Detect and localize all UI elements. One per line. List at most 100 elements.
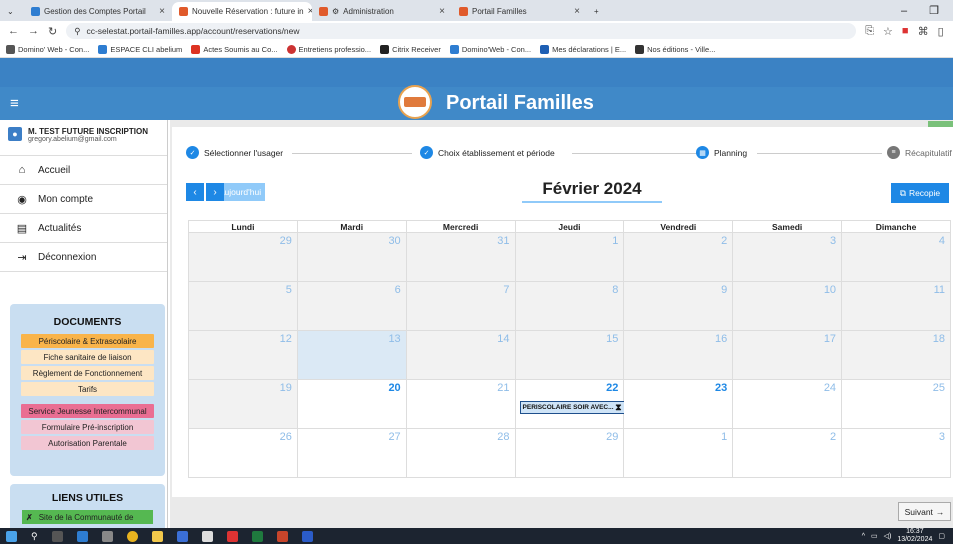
calendar-day[interactable]: 3 (841, 428, 951, 478)
calendar-day[interactable]: 12 (188, 330, 298, 380)
bookmark-item[interactable]: Citrix Receiver (380, 44, 441, 54)
calendar-day[interactable]: 14 (405, 330, 516, 380)
calendar-day[interactable]: 11 (841, 281, 951, 331)
calendar-day[interactable]: 24 (732, 379, 843, 429)
bookmark-item[interactable]: Domino' Web - Con... (6, 44, 89, 54)
app-icon[interactable] (176, 530, 188, 542)
document-link[interactable]: Formulaire Pré-inscription (21, 420, 154, 434)
calendar-day[interactable]: 30 (296, 232, 407, 282)
calendar-day[interactable]: 26 (188, 428, 298, 478)
calendar-day[interactable]: 29 (514, 428, 625, 478)
tab-list-button[interactable]: ⌄ (0, 2, 24, 21)
calendar-day[interactable]: 17 (732, 330, 843, 380)
calendar-day[interactable]: 31 (405, 232, 516, 282)
browser-tab-gestion[interactable]: Gestion des Comptes Portail × (24, 2, 172, 21)
useful-link[interactable]: ✗ Site de la Communauté de (22, 510, 153, 524)
calendar-day[interactable]: 2 (732, 428, 843, 478)
calendar-day[interactable]: 15 (514, 330, 625, 380)
folder-icon[interactable] (151, 530, 163, 542)
clock[interactable]: 16:37 13/02/2024 (897, 528, 932, 544)
notification-icon[interactable]: ▢ (938, 532, 945, 540)
app-icon[interactable] (76, 530, 88, 542)
volume-icon[interactable]: ◁) (884, 532, 892, 540)
user-card[interactable]: ● M. TEST FUTURE INSCRIPTION gregory.abe… (0, 120, 167, 156)
close-icon[interactable]: × (439, 6, 445, 17)
url-field[interactable]: ⚲ cc-selestat.portail-familles.app/accou… (66, 23, 857, 39)
close-icon[interactable]: × (574, 6, 580, 17)
menu-icon[interactable]: ≡ (10, 95, 19, 112)
search-icon[interactable]: ⚲ (31, 531, 38, 542)
site-info-icon[interactable]: ⚲ (74, 26, 80, 37)
bookmark-item[interactable]: Actes Soumis au Co... (191, 44, 278, 54)
maximize-icon[interactable]: ❐ (929, 4, 939, 17)
task-view-icon[interactable] (51, 530, 63, 542)
minimize-icon[interactable]: – (901, 5, 907, 17)
document-icon[interactable] (201, 530, 213, 542)
calendar-day[interactable]: 27 (296, 428, 407, 478)
install-icon[interactable]: ⎘ (865, 25, 874, 38)
reservation-event[interactable]: PERISCOLAIRE SOIR AVEC... ⧗ (519, 401, 625, 414)
puzzle-icon[interactable]: ⌘ (918, 25, 929, 38)
calendar-day[interactable]: 9 (623, 281, 734, 331)
bookmark-item[interactable]: Nos éditions - Ville... (635, 44, 715, 54)
sidebar-item-deconnexion[interactable]: ⇥ Déconnexion (0, 243, 167, 272)
next-step-button[interactable]: Suivant → (898, 502, 951, 521)
bookmark-item[interactable]: Mes déclarations | E... (540, 44, 626, 54)
next-button[interactable]: › (206, 183, 224, 201)
calendar-day[interactable]: 3 (732, 232, 843, 282)
network-icon[interactable]: ▭ (871, 532, 878, 540)
excel-icon[interactable] (251, 530, 263, 542)
close-icon[interactable]: × (159, 6, 165, 17)
calendar-day[interactable]: 23 (623, 379, 734, 429)
document-link[interactable]: Règlement de Fonctionnement (21, 366, 154, 380)
document-link[interactable]: Périscolaire & Extrascolaire (21, 334, 154, 348)
bookmark-item[interactable]: Entretiens professio... (286, 44, 371, 54)
calendar-day[interactable]: 7 (405, 281, 516, 331)
calendar-day[interactable]: 22 PERISCOLAIRE SOIR AVEC... ⧗ (514, 379, 625, 429)
calendar-day[interactable]: 21 (405, 379, 516, 429)
step-select-user[interactable]: ✓ Sélectionner l'usager (186, 146, 283, 159)
word-icon[interactable] (301, 530, 313, 542)
bookmark-item[interactable]: ESPACE CLI abelium (98, 44, 182, 54)
back-icon[interactable]: ← (8, 25, 19, 37)
bookmark-item[interactable]: Domino'Web - Con... (449, 44, 531, 54)
app-icon[interactable] (101, 530, 113, 542)
pdf-icon[interactable] (226, 530, 238, 542)
windows-start-icon[interactable] (6, 530, 17, 542)
calendar-day[interactable]: 5 (188, 281, 298, 331)
step-choice[interactable]: ✓ Choix établissement et période (420, 146, 555, 159)
tray-chevron-icon[interactable]: ^ (862, 533, 865, 540)
calendar-day[interactable]: 1 (623, 428, 734, 478)
document-link[interactable]: Fiche sanitaire de liaison (21, 350, 154, 364)
document-link[interactable]: Tarifs (21, 382, 154, 396)
powerpoint-icon[interactable] (276, 530, 288, 542)
calendar-day[interactable]: 29 (188, 232, 298, 282)
sidebar-item-mon-compte[interactable]: ◉ Mon compte (0, 185, 167, 214)
sidepanel-icon[interactable]: ▯ (938, 25, 944, 38)
calendar-day[interactable]: 1 (514, 232, 625, 282)
new-tab-button[interactable]: + (587, 2, 606, 21)
document-link[interactable]: Autorisation Parentale (21, 436, 154, 450)
calendar-day[interactable]: 8 (514, 281, 625, 331)
calendar-day[interactable]: 6 (296, 281, 407, 331)
document-link[interactable]: Service Jeunesse Intercommunal (21, 404, 154, 418)
calendar-day[interactable]: 18 (841, 330, 951, 380)
calendar-day-today[interactable]: 13 (296, 330, 407, 380)
calendar-day[interactable]: 4 (841, 232, 951, 282)
calendar-day[interactable]: 2 (623, 232, 734, 282)
chrome-icon[interactable] (126, 530, 138, 542)
browser-tab-administration[interactable]: ⚙ Administration × (312, 2, 452, 21)
reload-icon[interactable]: ↻ (48, 25, 57, 38)
sidebar-item-actualites[interactable]: ▤ Actualités (0, 214, 167, 243)
calendar-day[interactable]: 20 (296, 379, 407, 429)
bookmark-star-icon[interactable]: ☆ (883, 25, 893, 38)
browser-tab-reservation[interactable]: Nouvelle Réservation : future in × (172, 2, 312, 21)
prev-button[interactable]: ‹ (186, 183, 204, 201)
calendar-day[interactable]: 10 (732, 281, 843, 331)
sidebar-item-accueil[interactable]: ⌂ Accueil (0, 156, 167, 185)
calendar-day[interactable]: 28 (405, 428, 516, 478)
browser-tab-portail[interactable]: Portail Familles × (452, 2, 587, 21)
forward-icon[interactable]: → (28, 25, 39, 37)
calendar-day[interactable]: 19 (188, 379, 298, 429)
calendar-day[interactable]: 16 (623, 330, 734, 380)
